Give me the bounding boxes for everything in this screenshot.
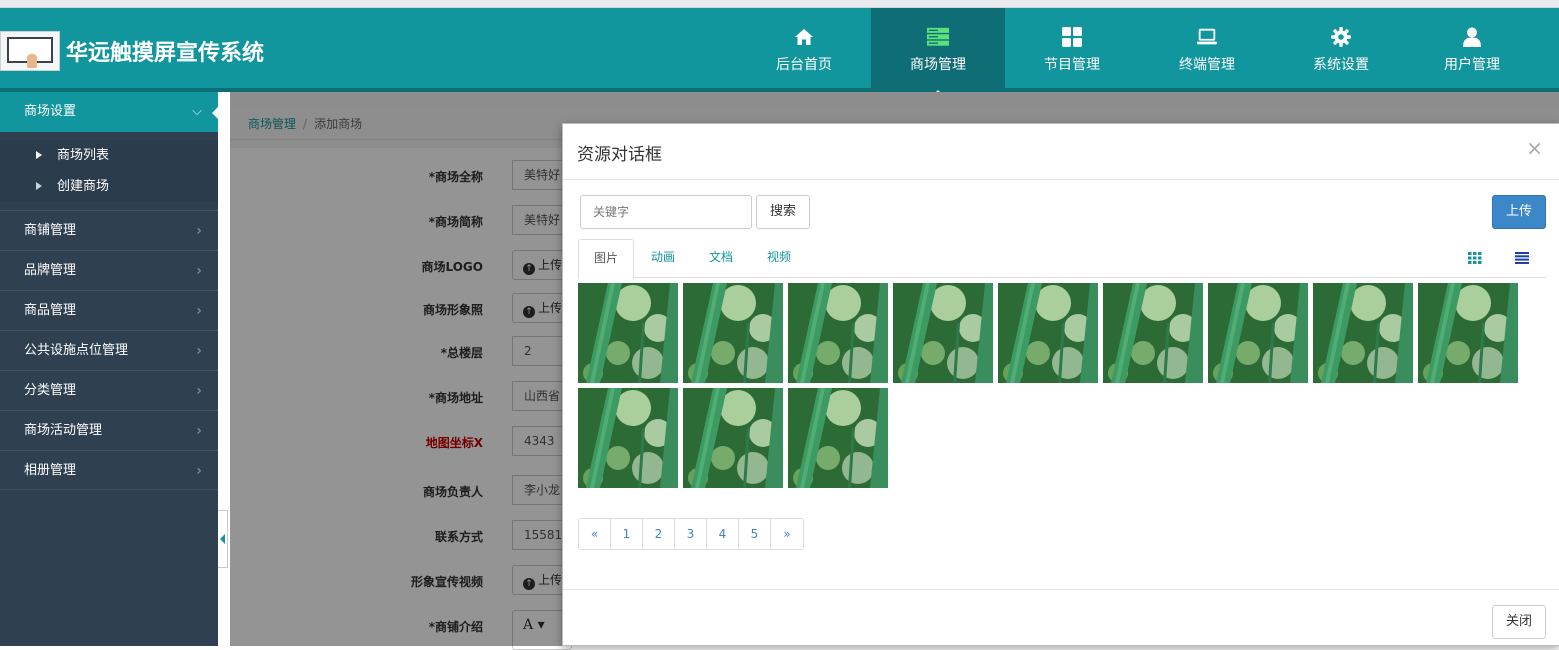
resource-thumbnail[interactable]: [788, 388, 888, 488]
page-2[interactable]: 2: [643, 519, 675, 549]
nav-label: 终端管理: [1179, 57, 1235, 73]
collapse-arrow-icon: [220, 534, 225, 544]
chevron-right-icon: ›: [196, 423, 202, 439]
tab-videos[interactable]: 视频: [756, 239, 802, 278]
page-1[interactable]: 1: [611, 519, 643, 549]
nav-label: 用户管理: [1444, 57, 1500, 73]
resource-thumbnail[interactable]: [578, 388, 678, 488]
sidebar-section-mall-settings[interactable]: 商场设置 ⌵: [0, 92, 219, 132]
nav-label: 节目管理: [1044, 57, 1100, 73]
list-view-icon[interactable]: [1515, 252, 1529, 264]
dialog-title: 资源对话框: [577, 145, 662, 165]
server-icon: [927, 26, 949, 48]
resource-thumbnail[interactable]: [683, 283, 783, 383]
resource-thumbnail[interactable]: [683, 388, 783, 488]
app-header: 华远触摸屏宣传系统 后台首页 商场管理 节目管理 终端管理 系统设置 用户管理: [0, 8, 1559, 96]
page-3[interactable]: 3: [675, 519, 707, 549]
home-icon: [793, 26, 815, 48]
sidebar-item-product-management[interactable]: 商品管理 ›: [0, 290, 218, 330]
gear-icon: [1330, 26, 1352, 48]
grid-icon: [1061, 26, 1083, 48]
sidebar-subitem-mall-list[interactable]: 商场列表: [0, 140, 218, 171]
nav-label: 系统设置: [1313, 57, 1369, 73]
chevron-right-icon: ›: [196, 223, 202, 239]
laptop-icon: [1196, 26, 1218, 48]
nav-mall-management[interactable]: 商场管理: [871, 8, 1005, 96]
chevron-right-icon: ›: [196, 303, 202, 319]
nav-user-management[interactable]: 用户管理: [1438, 8, 1506, 92]
keyword-search-input[interactable]: [580, 195, 752, 229]
divider: [563, 179, 1559, 180]
chevron-right-icon: ›: [196, 263, 202, 279]
app-title: 华远触摸屏宣传系统: [66, 41, 265, 66]
page-next[interactable]: »: [771, 519, 803, 549]
app-logo: [0, 31, 60, 71]
chevron-right-icon: ›: [196, 383, 202, 399]
page-prev[interactable]: «: [579, 519, 611, 549]
caret-right-icon: [36, 151, 42, 159]
resource-thumbnail[interactable]: [788, 283, 888, 383]
chevron-right-icon: ›: [196, 463, 202, 479]
grid-view-icon[interactable]: [1468, 252, 1482, 264]
sidebar-item-brand-management[interactable]: 品牌管理 ›: [0, 250, 218, 290]
chevron-down-icon: ⌵: [192, 104, 202, 119]
tab-documents[interactable]: 文档: [698, 239, 744, 278]
sidebar-toggle[interactable]: [218, 510, 228, 568]
user-icon: [1461, 26, 1483, 48]
sidebar-item-album-management[interactable]: 相册管理 ›: [0, 450, 218, 490]
page-5[interactable]: 5: [739, 519, 771, 549]
sidebar: 商场设置 ⌵ 商场列表 创建商场 商铺管理 › 品牌管理 › 商品管理 › 公共设施点…: [0, 92, 219, 646]
resource-thumbnail[interactable]: [893, 283, 993, 383]
caret-right-icon: [36, 182, 42, 190]
sidebar-item-shop-management[interactable]: 商铺管理 ›: [0, 210, 218, 250]
tab-animations[interactable]: 动画: [640, 239, 686, 278]
divider: [563, 589, 1559, 590]
sidebar-subitem-create-mall[interactable]: 创建商场: [0, 171, 218, 202]
resource-thumbnail[interactable]: [1103, 283, 1203, 383]
sidebar-item-facility-management[interactable]: 公共设施点位管理 ›: [0, 330, 218, 370]
resource-thumbnail[interactable]: [998, 283, 1098, 383]
tab-images[interactable]: 图片: [578, 239, 634, 279]
resource-tabs: 图片 动画 文档 视频: [578, 239, 1546, 279]
page-4[interactable]: 4: [707, 519, 739, 549]
resource-dialog: 资源对话框 × 搜索 上传 图片 动画 文档 视频 « 1 2 3 4 5 » …: [562, 123, 1559, 646]
nav-label: 后台首页: [776, 57, 832, 73]
upload-button[interactable]: 上传: [1492, 195, 1546, 229]
resource-thumbnail[interactable]: [1208, 283, 1308, 383]
sidebar-item-event-management[interactable]: 商场活动管理 ›: [0, 410, 218, 450]
nav-home[interactable]: 后台首页: [770, 8, 838, 92]
resource-thumbnail[interactable]: [1418, 283, 1518, 383]
search-button[interactable]: 搜索: [756, 195, 810, 229]
nav-system-settings[interactable]: 系统设置: [1307, 8, 1375, 92]
resource-thumbnail[interactable]: [1313, 283, 1413, 383]
nav-label: 商场管理: [910, 57, 966, 73]
pagination: « 1 2 3 4 5 »: [578, 518, 804, 550]
sidebar-item-category-management[interactable]: 分类管理 ›: [0, 370, 218, 410]
nav-terminal-management[interactable]: 终端管理: [1173, 8, 1241, 92]
chevron-right-icon: ›: [196, 343, 202, 359]
nav-program-management[interactable]: 节目管理: [1038, 8, 1106, 92]
close-button[interactable]: 关闭: [1492, 605, 1546, 639]
resource-thumbnail[interactable]: [578, 283, 678, 383]
browser-top-strip: [0, 0, 1559, 8]
close-icon[interactable]: ×: [1526, 136, 1543, 160]
